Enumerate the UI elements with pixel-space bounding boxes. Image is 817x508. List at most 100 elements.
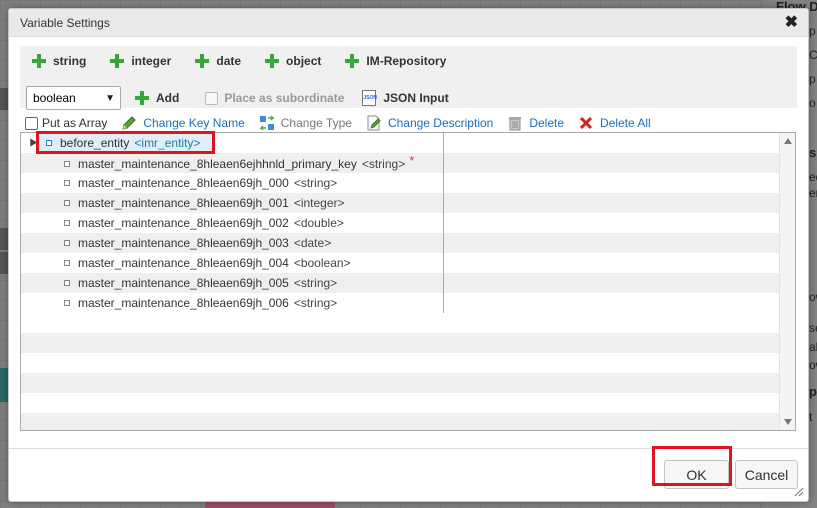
node-type: <string> [293, 176, 338, 190]
empty-row [21, 373, 780, 393]
change-description-button[interactable]: Change Description [366, 115, 493, 131]
node-bullet-icon [64, 180, 70, 186]
node-bullet-icon [64, 260, 70, 266]
node-bullet-icon [64, 160, 70, 167]
add-integer-label: integer [131, 54, 172, 68]
variable-settings-dialog: Variable Settings ✖ string integer date … [8, 8, 809, 502]
node-type: <string> [293, 276, 338, 290]
variable-tree-grid[interactable]: before_entity <imr_entity> master_mainte… [20, 132, 796, 431]
node-name: master_maintenance_8hleaen69jh_004 [78, 256, 289, 270]
highlight-box-ok-button [652, 446, 732, 486]
close-icon[interactable]: ✖ [785, 15, 798, 31]
node-name: master_maintenance_8hleaen69jh_005 [78, 276, 289, 290]
put-as-array-label: Put as Array [42, 116, 108, 130]
change-key-name-label: Change Key Name [143, 116, 245, 130]
column-divider[interactable] [443, 133, 444, 313]
add-im-repository-button[interactable]: IM-Repository [345, 54, 446, 68]
tree-row[interactable]: master_maintenance_8hleaen6ejhhnld_prima… [21, 153, 780, 173]
tree-node: master_maintenance_8hleaen69jh_006 <stri… [64, 296, 337, 310]
checkbox-icon [25, 116, 38, 130]
background-text-fragment: se [809, 321, 817, 335]
node-bullet-icon [64, 220, 70, 226]
dialog-titlebar[interactable]: Variable Settings ✖ [9, 9, 808, 37]
tree-node: master_maintenance_8hleaen69jh_005 <stri… [64, 276, 337, 290]
add-object-button[interactable]: object [265, 54, 321, 68]
highlight-box-root-node [36, 131, 215, 154]
plus-icon [265, 54, 280, 68]
vertical-scrollbar[interactable] [779, 133, 795, 430]
plus-icon [110, 54, 125, 68]
node-name: master_maintenance_8hleaen69jh_001 [78, 196, 289, 210]
node-type: <date> [293, 236, 332, 250]
add-string-button[interactable]: string [32, 54, 86, 68]
tree-row[interactable]: master_maintenance_8hleaen69jh_001 <inte… [21, 193, 780, 213]
node-type: <boolean> [293, 256, 351, 270]
tree-row[interactable]: master_maintenance_8hleaen69jh_005 <stri… [21, 273, 780, 293]
add-label: Add [156, 91, 180, 105]
node-bullet-icon [64, 280, 70, 286]
empty-row [21, 333, 780, 353]
tree-node: master_maintenance_8hleaen69jh_001 <inte… [64, 196, 345, 210]
change-key-name-button[interactable]: Change Key Name [121, 115, 245, 131]
delete-button[interactable]: Delete [507, 115, 564, 131]
background-text-fragment: p [809, 72, 816, 86]
add-type-toolbar: string integer date object IM-Repository [32, 52, 470, 70]
red-x-icon [579, 116, 593, 130]
background-text-fragment: o [809, 96, 816, 110]
background-text-fragment: pi [809, 384, 817, 399]
resize-grip-icon[interactable] [792, 485, 804, 497]
plus-icon [32, 54, 46, 68]
add-date-button[interactable]: date [195, 54, 241, 68]
add-button[interactable]: Add [135, 91, 179, 105]
pencil-icon [122, 116, 137, 130]
plus-icon [135, 91, 149, 105]
background-text-fragment: s [809, 145, 817, 160]
add-object-label: object [286, 54, 322, 68]
node-name: master_maintenance_8hleaen69jh_002 [78, 216, 289, 230]
json-input-label: JSON Input [383, 91, 449, 105]
tree-row[interactable]: master_maintenance_8hleaen69jh_004 <bool… [21, 253, 780, 273]
tree-node: master_maintenance_8hleaen6ejhhnld_prima… [64, 153, 414, 171]
background-text-fragment: en [809, 186, 817, 200]
node-bullet-icon [64, 200, 70, 206]
tree-row[interactable]: master_maintenance_8hleaen69jh_003 <date… [21, 233, 780, 253]
tree-row[interactable]: master_maintenance_8hleaen69jh_006 <stri… [21, 293, 780, 313]
place-as-subordinate-label: Place as subordinate [224, 91, 345, 105]
node-bullet-icon [64, 240, 70, 246]
background-text-fragment: C [809, 48, 817, 62]
delete-label: Delete [529, 116, 565, 130]
background-text-fragment: ow [809, 290, 817, 304]
type-select[interactable]: boolean ▼ [26, 86, 121, 110]
node-type: <double> [293, 216, 344, 230]
node-name: master_maintenance_8hleaen6ejhhnld_prima… [78, 156, 357, 171]
json-input-button[interactable]: JSON JSON Input [362, 90, 449, 106]
place-as-subordinate-checkbox[interactable]: Place as subordinate [205, 91, 344, 105]
node-name: master_maintenance_8hleaen69jh_003 [78, 236, 289, 250]
cancel-button[interactable]: Cancel [735, 460, 798, 489]
action-toolbar: Put as Array Change Key Name Change Type [25, 115, 651, 131]
toolbar-area: string integer date object IM-Repository… [20, 46, 797, 110]
add-im-repository-label: IM-Repository [366, 54, 447, 68]
plus-icon [345, 54, 360, 68]
add-string-label: string [53, 54, 87, 68]
node-name: master_maintenance_8hleaen69jh_000 [78, 176, 289, 190]
tree-row[interactable]: master_maintenance_8hleaen69jh_002 <doub… [21, 213, 780, 233]
change-type-label: Change Type [280, 116, 352, 130]
add-integer-button[interactable]: integer [110, 54, 171, 68]
scroll-down-icon[interactable] [784, 419, 792, 425]
node-type: <integer> [293, 196, 345, 210]
background-text-fragment: t [809, 410, 813, 424]
delete-all-button[interactable]: Delete All [578, 115, 651, 131]
dialog-title: Variable Settings [20, 16, 110, 30]
json-file-icon: JSON [362, 90, 377, 106]
put-as-array-checkbox[interactable]: Put as Array [25, 116, 107, 130]
background-text-fragment: ali [809, 340, 817, 354]
trash-icon [509, 117, 522, 131]
scroll-up-icon[interactable] [784, 138, 792, 144]
add-date-label: date [216, 54, 242, 68]
background-text-fragment: ed [809, 170, 817, 184]
change-type-button[interactable]: Change Type [258, 115, 352, 131]
tree-row[interactable]: master_maintenance_8hleaen69jh_000 <stri… [21, 173, 780, 193]
background-text-fragment: p [809, 24, 816, 38]
chevron-down-icon: ▼ [105, 92, 115, 104]
